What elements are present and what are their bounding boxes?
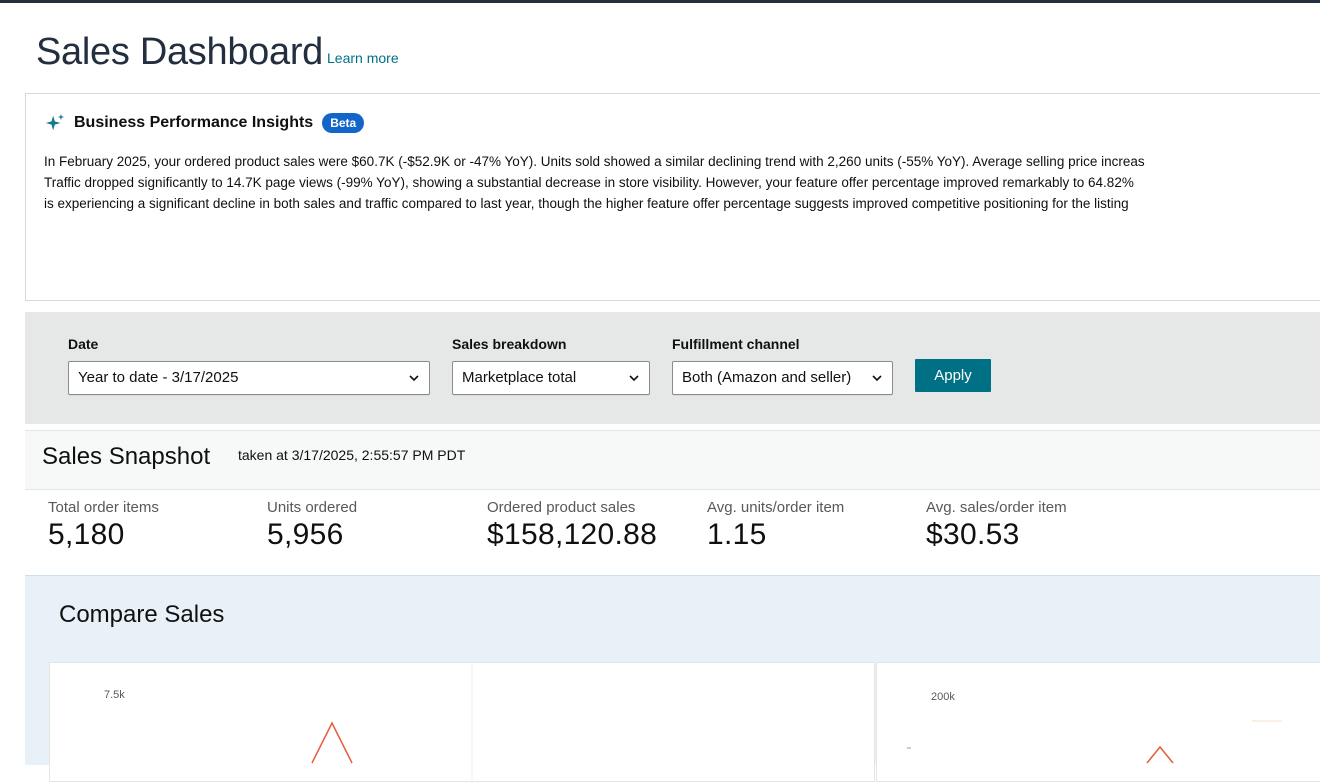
- sales-breakdown-filter: Sales breakdown Marketplace total: [452, 336, 650, 395]
- metric-value: 1.15: [707, 518, 767, 551]
- metric-label: Ordered product sales: [487, 499, 636, 516]
- insights-header: Business Performance Insights Beta: [44, 112, 365, 134]
- units-chart-panel: 7.5k: [49, 662, 875, 783]
- compare-sales-section: Compare Sales 7.5k 200k: [25, 575, 1320, 783]
- learn-more-link[interactable]: Learn more: [327, 50, 399, 66]
- beta-badge: Beta: [322, 113, 365, 133]
- sales-snapshot: Sales Snapshot taken at 3/17/2025, 2:55:…: [25, 430, 1320, 568]
- metric-label: Units ordered: [267, 499, 358, 516]
- insights-line: Traffic dropped significantly to 14.7K p…: [44, 175, 1134, 190]
- chevron-down-icon: [629, 375, 639, 382]
- date-filter: Date Year to date - 3/17/2025: [68, 336, 430, 395]
- top-navigation-strip: [0, 0, 1320, 3]
- date-label: Date: [68, 336, 99, 352]
- metric-value: $30.53: [926, 518, 1020, 551]
- insights-summary: In February 2025, your ordered product s…: [44, 151, 1320, 214]
- metric-value: 5,956: [267, 518, 344, 551]
- metric-units-ordered: Units ordered 5,956: [267, 499, 357, 552]
- metric-total-order-items: Total order items 5,180: [48, 499, 159, 552]
- snapshot-timestamp: taken at 3/17/2025, 2:55:57 PM PDT: [238, 447, 466, 463]
- breakdown-label: Sales breakdown: [452, 336, 567, 352]
- channel-select-value: Both (Amazon and seller): [682, 369, 852, 386]
- units-chart-line: [311, 663, 473, 783]
- apply-button[interactable]: Apply: [915, 359, 991, 392]
- channel-label: Fulfillment channel: [672, 336, 800, 352]
- metric-avg-sales-per-order-item: Avg. sales/order item $30.53: [926, 499, 1067, 552]
- fulfillment-channel-filter: Fulfillment channel Both (Amazon and sel…: [672, 336, 893, 395]
- insights-line: is experiencing a significant decline in…: [44, 196, 1129, 211]
- compare-sales-title: Compare Sales: [59, 601, 225, 628]
- sales-chart-panel: 200k: [876, 662, 1320, 782]
- business-insights-card: Business Performance Insights Beta In Fe…: [25, 93, 1320, 301]
- page-header: Sales Dashboard Learn more: [36, 30, 399, 74]
- snapshot-header: Sales Snapshot taken at 3/17/2025, 2:55:…: [25, 431, 1320, 490]
- metric-ordered-product-sales: Ordered product sales $158,120.88: [487, 499, 657, 552]
- page-title: Sales Dashboard: [36, 31, 324, 73]
- metric-value: $158,120.88: [487, 518, 658, 551]
- chevron-down-icon: [409, 375, 419, 382]
- filter-bar: Date Year to date - 3/17/2025 Sales brea…: [25, 312, 1320, 424]
- date-select[interactable]: Year to date - 3/17/2025: [68, 361, 430, 395]
- metric-label: Avg. units/order item: [707, 499, 845, 516]
- metric-label: Avg. sales/order item: [926, 499, 1067, 516]
- sparkle-icon: [45, 113, 65, 131]
- insights-title: Business Performance Insights: [74, 114, 314, 131]
- breakdown-select[interactable]: Marketplace total: [452, 361, 650, 395]
- metric-value: 5,180: [48, 518, 125, 551]
- chevron-down-icon: [872, 375, 882, 382]
- date-select-value: Year to date - 3/17/2025: [78, 369, 239, 386]
- breakdown-select-value: Marketplace total: [462, 369, 577, 386]
- insights-line: In February 2025, your ordered product s…: [44, 154, 1145, 169]
- metric-label: Total order items: [48, 499, 159, 516]
- metric-avg-units-per-order-item: Avg. units/order item 1.15: [707, 499, 844, 552]
- snapshot-title: Sales Snapshot: [42, 443, 211, 470]
- sales-chart-line: [907, 720, 1282, 764]
- channel-select[interactable]: Both (Amazon and seller): [672, 361, 893, 395]
